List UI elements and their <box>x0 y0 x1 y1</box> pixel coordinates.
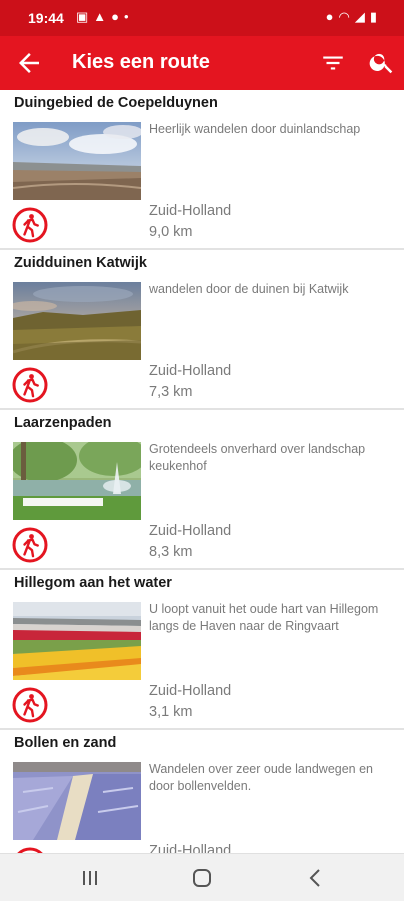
status-time: 19:44 <box>28 10 64 26</box>
route-region: Zuid-Holland <box>149 363 232 379</box>
back-icon <box>309 869 320 887</box>
location-icon: ● <box>325 9 339 24</box>
route-thumbnail <box>13 282 141 360</box>
home-button[interactable] <box>190 866 214 890</box>
location-pin-icon: ● <box>111 9 125 24</box>
route-region: Zuid-Holland <box>149 523 232 539</box>
nav-back-button[interactable] <box>304 866 328 890</box>
home-icon <box>193 869 211 887</box>
walking-icon <box>12 527 48 563</box>
search-button[interactable] <box>368 48 396 76</box>
warning-icon: ▲ <box>93 9 112 24</box>
route-region: Zuid-Holland <box>149 843 232 853</box>
dot-icon: • <box>124 9 134 24</box>
route-distance: 8,3 km <box>149 544 193 560</box>
route-card[interactable]: Hillegom aan het water U loopt vanuit he… <box>0 570 404 730</box>
route-description: Grotendeels onverhard over landschap keu… <box>149 442 366 473</box>
route-name: Zuidduinen Katwijk <box>14 255 147 271</box>
route-name: Duingebied de Coepelduynen <box>14 95 218 111</box>
route-card[interactable]: Laarzenpaden Grotendeels onverhard over … <box>0 410 404 570</box>
route-region: Zuid-Holland <box>149 683 232 699</box>
app-bar: Kies een route <box>0 36 404 90</box>
walking-icon <box>12 687 48 723</box>
filter-icon <box>323 56 343 70</box>
status-system-icons: ●◠◢▮ <box>326 9 382 25</box>
route-card[interactable]: Bollen en zand Wandelen over zeer oude l… <box>0 730 404 853</box>
route-description: Wandelen over zeer oude landwegen en doo… <box>149 762 373 793</box>
route-name: Bollen en zand <box>14 735 117 751</box>
route-description: wandelen door de duinen bij Katwijk <box>149 282 349 296</box>
status-bar: 19:44 ▣▲●• ●◠◢▮ <box>0 0 404 36</box>
arrow-left-icon <box>19 53 39 73</box>
route-distance: 7,3 km <box>149 384 193 400</box>
signal-icon: ◢ <box>354 9 370 24</box>
walking-icon <box>12 207 48 243</box>
sms-icon: ▣ <box>76 9 94 24</box>
filter-button[interactable] <box>320 50 346 76</box>
recent-apps-button[interactable] <box>78 866 102 890</box>
route-thumbnail <box>13 122 141 200</box>
route-description: Heerlijk wandelen door duinlandschap <box>149 122 361 136</box>
route-name: Hillegom aan het water <box>14 575 172 591</box>
route-thumbnail <box>13 442 141 520</box>
recent-apps-icon <box>83 871 97 885</box>
route-distance: 3,1 km <box>149 704 193 720</box>
route-distance: 9,0 km <box>149 224 193 240</box>
page-title: Kies een route <box>72 51 210 73</box>
battery-icon: ▮ <box>369 9 382 24</box>
wifi-icon: ◠ <box>338 9 355 24</box>
route-list[interactable]: Duingebied de Coepelduynen Heerlijk wand… <box>0 90 404 853</box>
route-name: Laarzenpaden <box>14 415 112 431</box>
route-thumbnail <box>13 602 141 680</box>
search-icon <box>369 53 393 74</box>
route-region: Zuid-Holland <box>149 203 232 219</box>
route-card[interactable]: Duingebied de Coepelduynen Heerlijk wand… <box>0 90 404 250</box>
route-description: U loopt vanuit het oude hart van Hillego… <box>149 602 379 633</box>
system-nav-bar <box>0 853 404 901</box>
route-card[interactable]: Zuidduinen Katwijk wandelen door de duin… <box>0 250 404 410</box>
back-button[interactable] <box>14 48 44 78</box>
walking-icon <box>12 367 48 403</box>
route-thumbnail <box>13 762 141 840</box>
status-notification-icons: ▣▲●• <box>76 9 134 25</box>
